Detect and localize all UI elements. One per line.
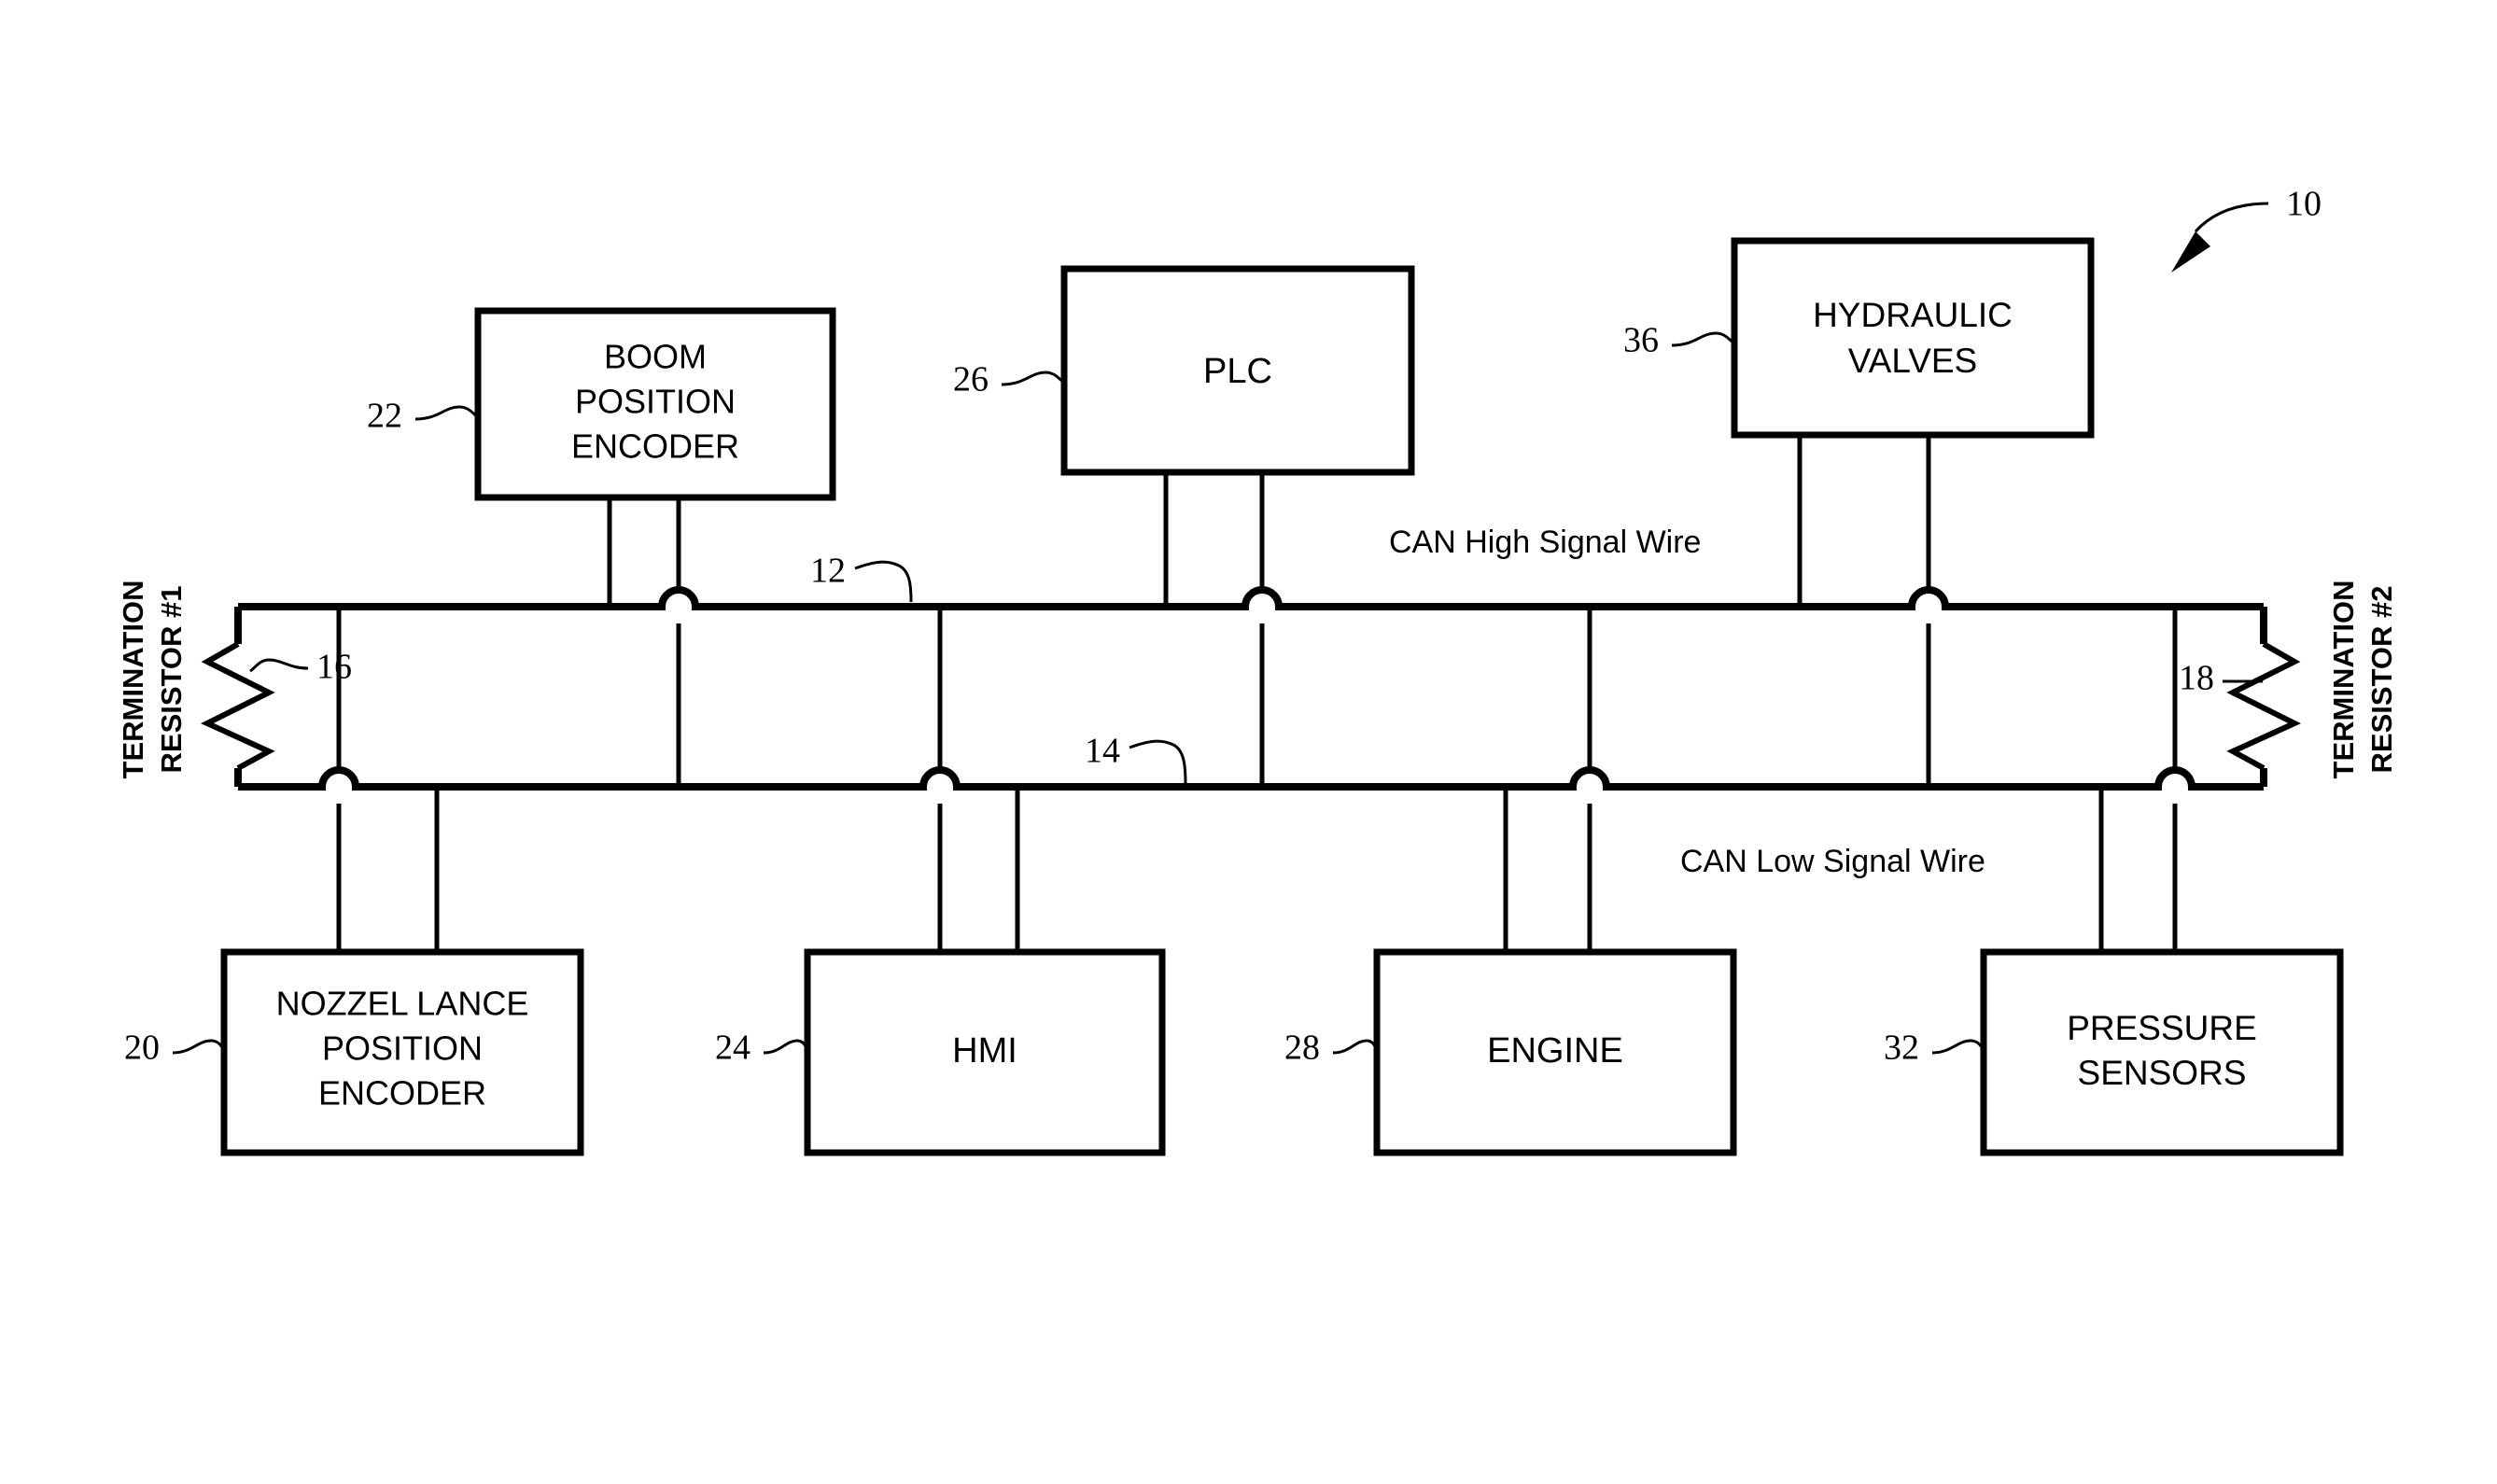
node-label-line-1: PRESSURE	[2067, 1009, 2257, 1047]
node-box	[1731, 237, 2095, 439]
ref-callout-14: 14	[1085, 732, 1187, 785]
termination-resistor-2-label: TERMINATION RESISTOR #2	[2327, 581, 2398, 779]
ref-callout-32: 32	[1884, 1029, 1985, 1068]
termination-label-line-1: TERMINATION	[2327, 581, 2360, 779]
ref-callout-16: 16	[249, 648, 352, 687]
termination-label-line-1: TERMINATION	[117, 581, 149, 779]
ref-callout-28: 28	[1284, 1029, 1379, 1068]
ref-number-28: 28	[1284, 1029, 1320, 1068]
ref-number-32: 32	[1884, 1029, 1919, 1068]
node-label-line-1: HMI	[952, 1031, 1017, 1071]
can-low-wire-label: CAN Low Signal Wire	[1680, 844, 1985, 879]
node-pressure-sensors[interactable]: PRESSURE SENSORS	[1980, 948, 2344, 1156]
node-box	[1980, 948, 2344, 1156]
node-engine[interactable]: ENGINE	[1373, 948, 1737, 1156]
node-label-line-1: PLC	[1203, 352, 1272, 391]
node-label-line-2: VALVES	[1848, 342, 1977, 380]
ref-number-22: 22	[367, 397, 402, 436]
termination-label-line-2: RESISTOR #1	[155, 585, 188, 773]
ref-number-10: 10	[2286, 185, 2322, 224]
ref-callout-24: 24	[715, 1029, 809, 1068]
node-boom-position-encoder[interactable]: BOOM POSITION ENCODER	[474, 307, 836, 501]
node-nozzel-lance-position-encoder[interactable]: NOZZEL LANCE POSITION ENCODER	[220, 948, 584, 1156]
can-high-wire-label: CAN High Signal Wire	[1389, 525, 1701, 560]
ref-number-20: 20	[124, 1029, 160, 1068]
ref-number-26: 26	[953, 360, 989, 399]
ref-callout-22: 22	[367, 397, 479, 436]
node-label-line-2: POSITION	[322, 1029, 483, 1068]
node-hmi[interactable]: HMI	[804, 948, 1166, 1156]
node-label-line-3: ENCODER	[318, 1074, 486, 1113]
ref-callout-12: 12	[810, 552, 913, 603]
node-label-line-1: NOZZEL LANCE	[276, 985, 529, 1023]
node-plc[interactable]: PLC	[1060, 265, 1415, 476]
node-label-line-2: POSITION	[575, 383, 736, 421]
node-hydraulic-valves[interactable]: HYDRAULIC VALVES	[1731, 237, 2095, 439]
ref-number-14: 14	[1085, 732, 1120, 771]
node-label-line-2: SENSORS	[2078, 1054, 2247, 1092]
figure-canvas: BOOM POSITION ENCODER 22 PLC 26 HYDRAULI…	[0, 0, 2497, 1484]
ref-number-18: 18	[2179, 659, 2214, 698]
node-label-line-3: ENCODER	[571, 427, 739, 466]
termination-label-line-2: RESISTOR #2	[2365, 585, 2398, 773]
termination-resistor-2	[2226, 607, 2301, 787]
termination-resistor-1	[201, 607, 275, 787]
figure-reference-10: 10	[2171, 185, 2322, 273]
node-label-line-1: HYDRAULIC	[1813, 296, 2013, 334]
ref-callout-26: 26	[953, 360, 1065, 399]
ref-number-16: 16	[316, 648, 352, 687]
ref-callout-20: 20	[124, 1029, 225, 1068]
ref-number-36: 36	[1623, 321, 1659, 360]
termination-resistor-1-label: TERMINATION RESISTOR #1	[117, 581, 188, 779]
can-bus-diagram: BOOM POSITION ENCODER 22 PLC 26 HYDRAULI…	[117, 185, 2398, 1156]
node-label-line-1: ENGINE	[1487, 1031, 1623, 1071]
ref-callout-36: 36	[1623, 321, 1735, 360]
node-label-line-1: BOOM	[604, 338, 707, 376]
ref-number-24: 24	[715, 1029, 751, 1068]
ref-callout-18: 18	[2179, 659, 2263, 698]
ref-number-12: 12	[810, 552, 846, 591]
can-low-signal-wire	[238, 766, 2264, 791]
can-high-signal-wire	[238, 586, 2264, 610]
